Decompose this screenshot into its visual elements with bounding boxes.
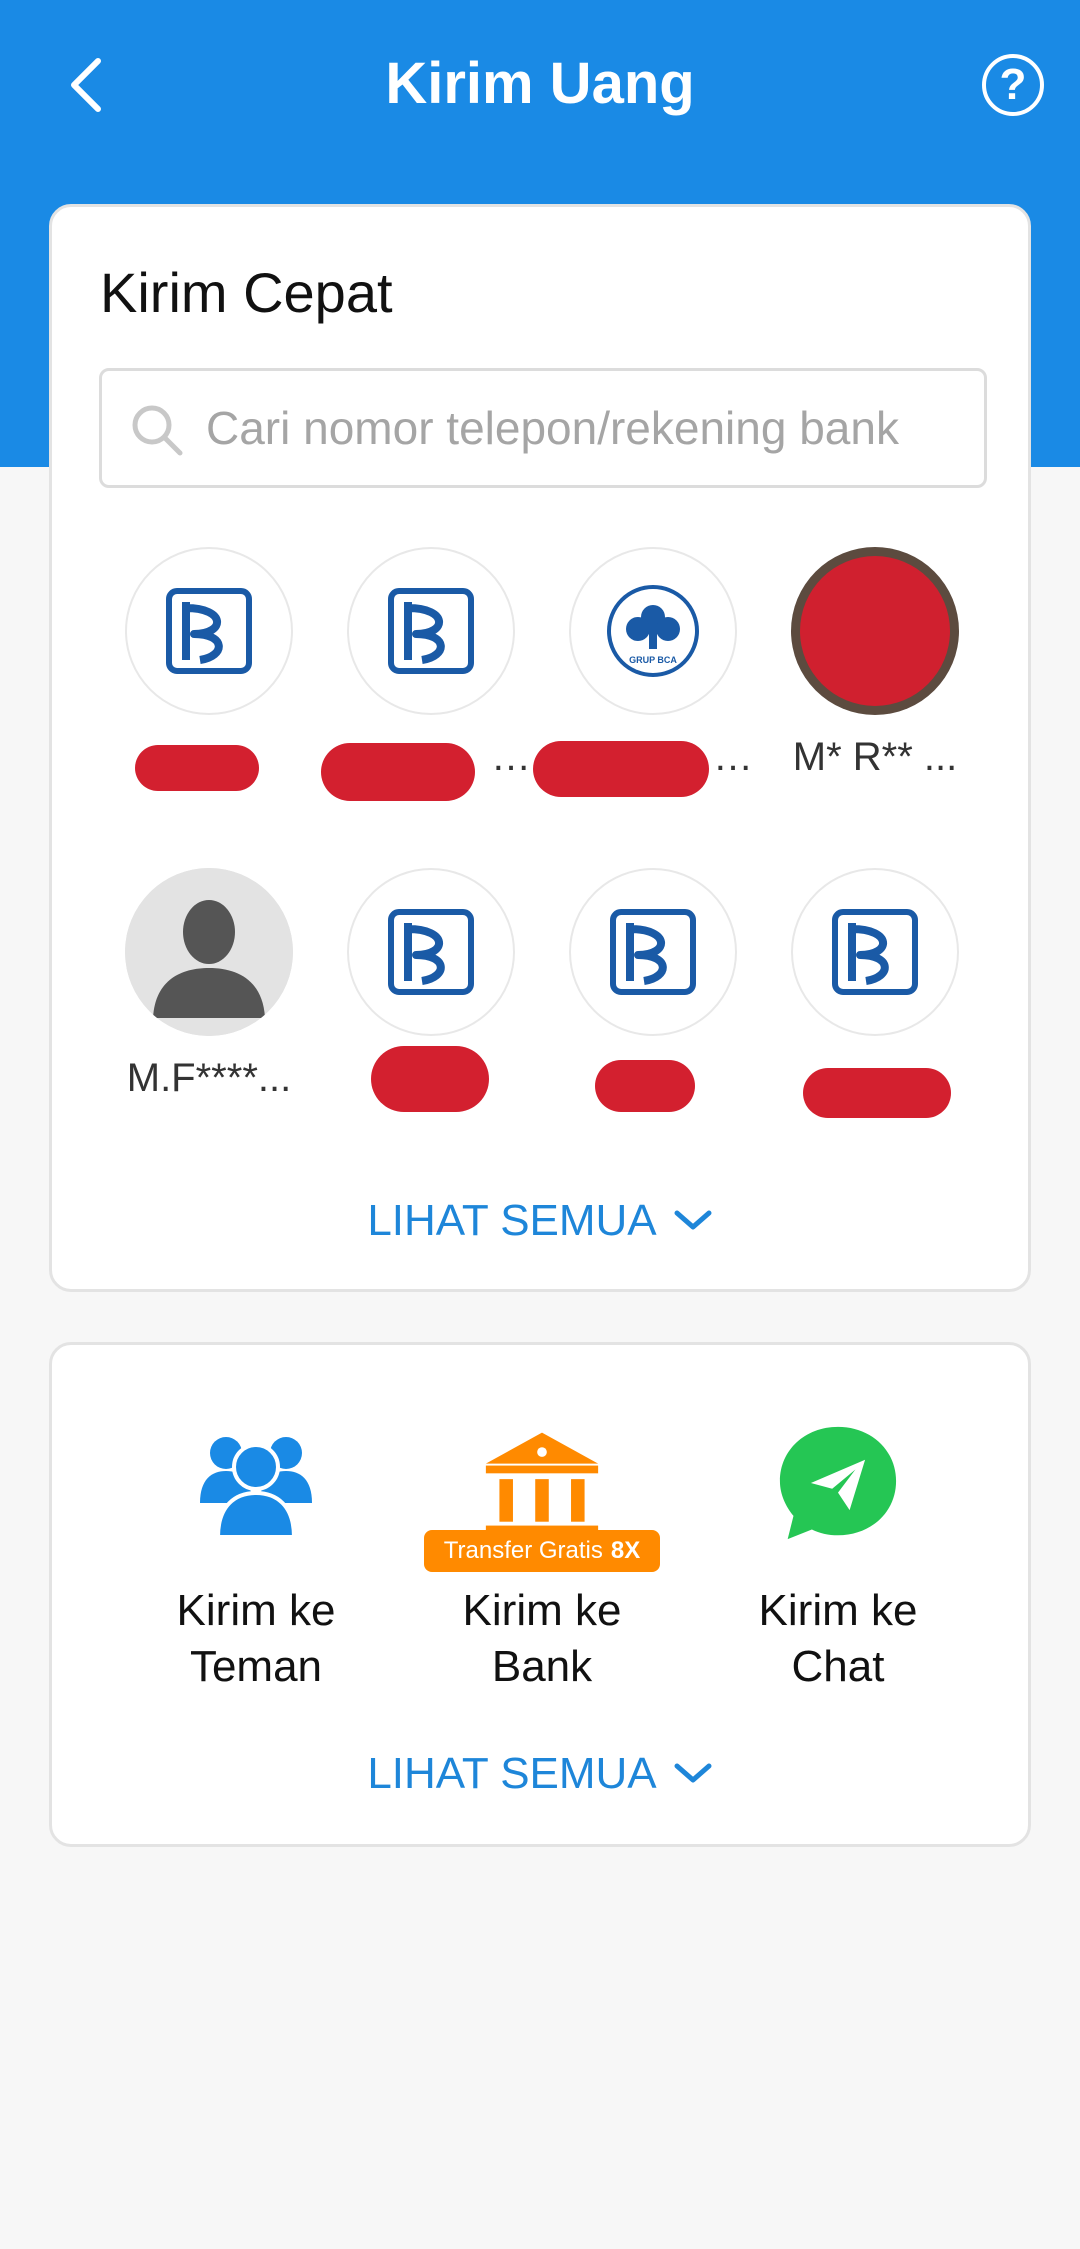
see-all-contacts-button[interactable]: LIHAT SEMUA <box>52 1193 1028 1249</box>
contact-item[interactable] <box>553 868 753 1138</box>
chat-send-icon <box>778 1423 898 1543</box>
bri-bank-logo <box>347 547 515 715</box>
chevron-down-icon <box>674 1763 712 1783</box>
contact-item[interactable]: GRUP BCA … <box>533 547 753 817</box>
contact-item[interactable] <box>109 547 309 817</box>
send-to-friend-button[interactable]: Kirim ke Teman <box>116 1423 396 1703</box>
contact-item[interactable]: M.F****... <box>109 868 309 1138</box>
contact-item[interactable] <box>331 868 531 1138</box>
contact-photo <box>791 547 959 715</box>
search-icon <box>132 405 183 456</box>
redaction-mark <box>371 1046 489 1112</box>
help-icon: ? <box>999 60 1027 109</box>
chevron-down-icon <box>674 1210 712 1230</box>
person-silhouette-icon <box>125 868 293 1036</box>
redaction-mark <box>533 741 709 797</box>
redaction-mark <box>803 1068 951 1118</box>
page-title: Kirim Uang <box>385 51 695 116</box>
search-box[interactable] <box>99 368 987 488</box>
promo-text: Transfer Gratis <box>443 1537 603 1564</box>
see-all-label: LIHAT SEMUA <box>367 1196 657 1245</box>
menu-label: Kirim ke Teman <box>176 1586 336 1691</box>
see-all-options-button[interactable]: LIHAT SEMUA <box>52 1746 1028 1802</box>
quick-send-card: Kirim Cepat … GRUP BCA … M* R** ... <box>49 204 1031 1292</box>
menu-label: Kirim ke Bank <box>462 1586 622 1691</box>
bri-bank-logo <box>347 868 515 1036</box>
contact-item[interactable]: M* R** ... <box>775 547 975 817</box>
menu-label: Kirim ke Chat <box>758 1586 918 1691</box>
quick-send-title: Kirim Cepat <box>100 261 393 324</box>
contact-name: M* R** ... <box>792 735 958 779</box>
contact-item[interactable]: … <box>321 547 531 817</box>
contact-item[interactable] <box>775 868 975 1138</box>
redaction-mark <box>595 1060 695 1112</box>
send-options-card: Kirim ke Teman Kirim ke Bank Transfer Grat… <box>49 1342 1031 1847</box>
contact-name: M.F****... <box>126 1056 292 1100</box>
bank-icon <box>482 1423 602 1543</box>
redaction-mark <box>135 745 259 791</box>
bri-bank-logo <box>569 868 737 1036</box>
free-transfer-badge: Transfer Gratis 8X <box>424 1530 660 1572</box>
promo-count: 8X <box>610 1537 641 1564</box>
search-input[interactable] <box>206 371 966 485</box>
svg-text:GRUP BCA: GRUP BCA <box>629 655 677 665</box>
redaction-mark <box>800 556 950 706</box>
see-all-label: LIHAT SEMUA <box>367 1749 657 1798</box>
bca-bank-logo: GRUP BCA <box>569 547 737 715</box>
help-button[interactable]: ? <box>982 54 1044 116</box>
friends-icon <box>196 1423 316 1543</box>
bri-bank-logo <box>791 868 959 1036</box>
send-to-chat-button[interactable]: Kirim ke Chat <box>698 1423 978 1703</box>
redaction-mark <box>321 743 475 801</box>
bri-bank-logo <box>125 547 293 715</box>
